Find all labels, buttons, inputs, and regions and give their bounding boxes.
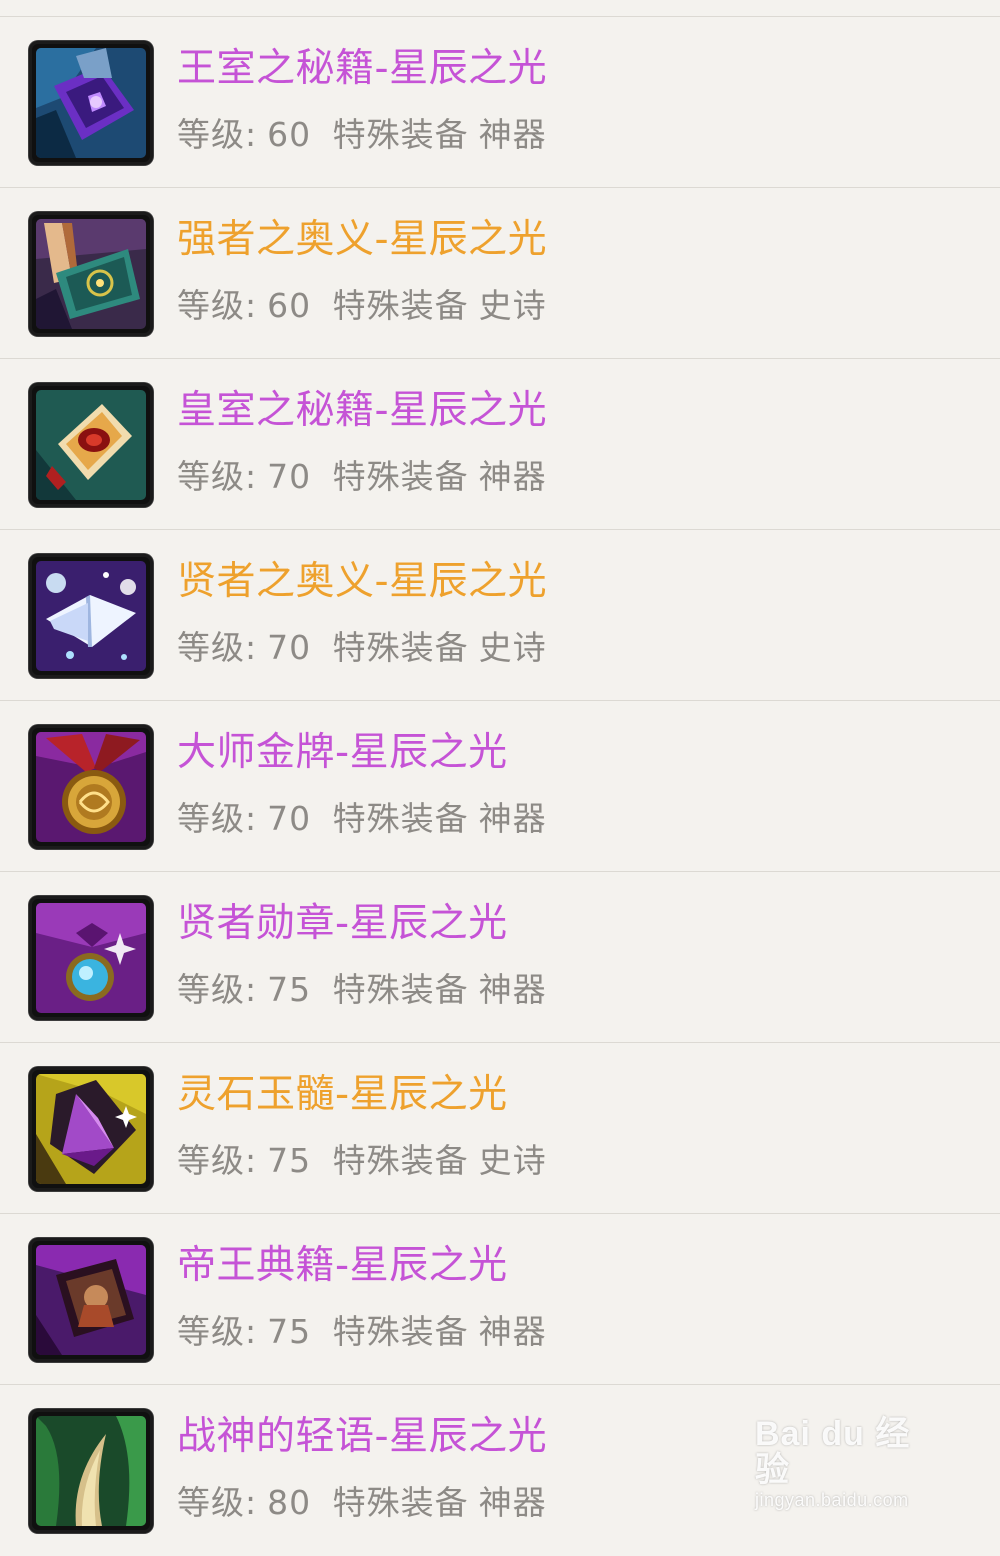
level-value: 60 [267, 286, 312, 325]
level-value: 75 [267, 1312, 312, 1351]
item-type: 特殊装备 [332, 970, 469, 1009]
purple-rune-book-icon [36, 48, 146, 158]
item-rarity: 神器 [478, 799, 547, 838]
item-name[interactable]: 大师金牌-星辰之光 [177, 729, 508, 777]
level-label: 等级: [177, 799, 258, 838]
purple-crystal-icon [36, 1074, 146, 1184]
item-type: 特殊装备 [332, 1483, 469, 1522]
item-meta: 等级: 60 特殊装备 史诗 [177, 285, 557, 327]
item-type: 特殊装备 [332, 457, 469, 496]
list-item[interactable]: 贤者之奥义-星辰之光 等级: 70 特殊装备 史诗 [0, 530, 1000, 701]
item-icon-frame [29, 383, 153, 507]
watermark-main: Bai du 经验 [755, 1415, 911, 1489]
item-name[interactable]: 皇室之秘籍-星辰之光 [177, 387, 547, 435]
item-name[interactable]: 帝王典籍-星辰之光 [177, 1242, 508, 1290]
item-name[interactable]: 贤者之奥义-星辰之光 [177, 558, 547, 606]
item-rarity: 神器 [478, 1483, 547, 1522]
level-label: 等级: [177, 115, 258, 154]
green-spellbook-icon [36, 219, 146, 329]
item-meta: 等级: 60 特殊装备 神器 [177, 114, 557, 156]
baidu-jingyan-watermark: Bai du 经验 jingyan.baidu.com [755, 1416, 945, 1510]
item-icon-frame [29, 41, 153, 165]
blue-gem-medal-icon [36, 903, 146, 1013]
level-value: 70 [267, 457, 312, 496]
item-rarity: 神器 [478, 970, 547, 1009]
item-type: 特殊装备 [332, 115, 469, 154]
list-item[interactable]: 灵石玉髓-星辰之光 等级: 75 特殊装备 史诗 [0, 1043, 1000, 1214]
item-rarity: 史诗 [478, 1141, 547, 1180]
level-value: 60 [267, 115, 312, 154]
item-icon-frame [29, 896, 153, 1020]
item-name[interactable]: 战神的轻语-星辰之光 [177, 1413, 547, 1461]
item-name[interactable]: 灵石玉髓-星辰之光 [177, 1071, 508, 1119]
list-item[interactable]: 帝王典籍-星辰之光 等级: 75 特殊装备 神器 [0, 1214, 1000, 1385]
item-icon-frame [29, 725, 153, 849]
item-rarity: 神器 [478, 115, 547, 154]
level-value: 70 [267, 628, 312, 667]
item-meta: 等级: 75 特殊装备 史诗 [177, 1140, 557, 1182]
gold-medal-icon [36, 732, 146, 842]
item-list: 王室之秘籍-星辰之光 等级: 60 特殊装备 神器 强者之奥义-星辰之光 等级:… [0, 17, 1000, 1556]
item-meta: 等级: 75 特殊装备 神器 [177, 1311, 557, 1353]
emperor-scroll-icon [36, 1245, 146, 1355]
item-meta: 等级: 70 特殊装备 神器 [177, 456, 557, 498]
level-value: 80 [267, 1483, 312, 1522]
item-rarity: 史诗 [478, 628, 547, 667]
item-type: 特殊装备 [332, 628, 469, 667]
item-rarity: 神器 [478, 457, 547, 496]
item-meta: 等级: 70 特殊装备 史诗 [177, 627, 557, 669]
level-label: 等级: [177, 970, 258, 1009]
item-icon-frame [29, 1238, 153, 1362]
glowing-book-icon [36, 561, 146, 671]
item-icon-frame [29, 1409, 153, 1533]
level-label: 等级: [177, 457, 258, 496]
level-value: 75 [267, 970, 312, 1009]
red-gem-book-icon [36, 390, 146, 500]
item-meta: 等级: 80 特殊装备 神器 [177, 1482, 557, 1524]
level-value: 75 [267, 1141, 312, 1180]
green-fang-icon [36, 1416, 146, 1526]
item-rarity: 史诗 [478, 286, 547, 325]
item-type: 特殊装备 [332, 1312, 469, 1351]
list-item[interactable]: 贤者勋章-星辰之光 等级: 75 特殊装备 神器 [0, 872, 1000, 1043]
item-icon-frame [29, 1067, 153, 1191]
level-label: 等级: [177, 1141, 258, 1180]
item-type: 特殊装备 [332, 799, 469, 838]
list-item[interactable]: 王室之秘籍-星辰之光 等级: 60 特殊装备 神器 [0, 17, 1000, 188]
list-item[interactable]: 皇室之秘籍-星辰之光 等级: 70 特殊装备 神器 [0, 359, 1000, 530]
item-meta: 等级: 70 特殊装备 神器 [177, 798, 557, 840]
list-item[interactable]: 强者之奥义-星辰之光 等级: 60 特殊装备 史诗 [0, 188, 1000, 359]
item-rarity: 神器 [478, 1312, 547, 1351]
item-icon-frame [29, 554, 153, 678]
item-icon-frame [29, 212, 153, 336]
watermark-sub: jingyan.baidu.com [755, 1490, 909, 1510]
item-type: 特殊装备 [332, 1141, 469, 1180]
item-type: 特殊装备 [332, 286, 469, 325]
item-name[interactable]: 强者之奥义-星辰之光 [177, 216, 547, 264]
level-label: 等级: [177, 1483, 258, 1522]
item-meta: 等级: 75 特殊装备 神器 [177, 969, 557, 1011]
item-name[interactable]: 王室之秘籍-星辰之光 [177, 45, 547, 93]
list-item[interactable]: 大师金牌-星辰之光 等级: 70 特殊装备 神器 [0, 701, 1000, 872]
level-value: 70 [267, 799, 312, 838]
level-label: 等级: [177, 286, 258, 325]
item-name[interactable]: 贤者勋章-星辰之光 [177, 900, 508, 948]
level-label: 等级: [177, 1312, 258, 1351]
level-label: 等级: [177, 628, 258, 667]
